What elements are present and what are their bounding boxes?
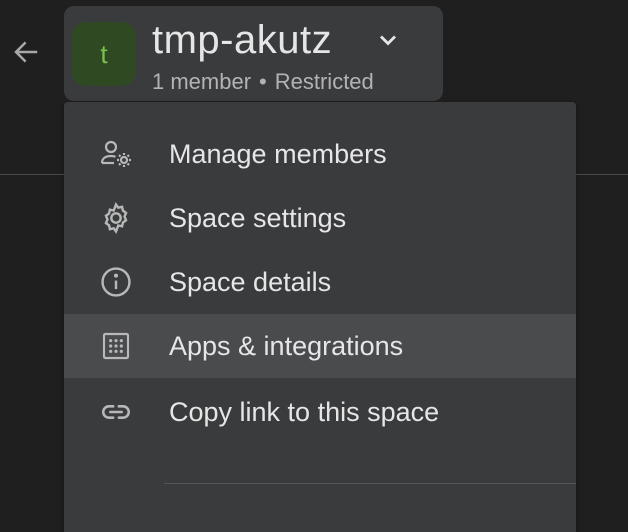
back-button[interactable] <box>6 34 46 74</box>
manage-members-icon <box>96 134 136 174</box>
access-status: Restricted <box>274 69 374 94</box>
space-header-button[interactable]: t tmp-akutz 1 member • Restricted <box>64 6 443 101</box>
space-avatar: t <box>72 22 136 86</box>
gear-icon <box>96 198 136 238</box>
member-count: 1 member <box>152 69 252 94</box>
info-icon <box>96 262 136 302</box>
menu-divider <box>164 483 576 484</box>
chevron-down-icon <box>374 26 402 54</box>
space-subtitle: 1 member • Restricted <box>152 70 374 94</box>
menu-item-label: Apps & integrations <box>169 330 404 361</box>
menu-item-apps-integrations[interactable]: Apps & integrations <box>64 314 576 378</box>
menu-item-label: Space details <box>169 266 332 297</box>
menu-item-space-settings[interactable]: Space settings <box>64 186 576 250</box>
arrow-left-icon <box>11 37 41 72</box>
space-menu: Manage members Space settings Space deta… <box>64 102 576 532</box>
menu-item-space-details[interactable]: Space details <box>64 250 576 314</box>
menu-item-manage-members[interactable]: Manage members <box>64 122 576 186</box>
menu-item-copy-link[interactable]: Copy link to this space <box>64 380 576 444</box>
menu-item-label: Space settings <box>169 202 347 233</box>
link-icon <box>96 392 136 432</box>
space-avatar-letter: t <box>100 38 108 69</box>
menu-item-label: Manage members <box>169 138 387 169</box>
space-name: tmp-akutz <box>152 18 333 62</box>
subtitle-separator: • <box>259 69 267 94</box>
menu-item-label: Copy link to this space <box>169 396 440 427</box>
apps-grid-icon <box>96 326 136 366</box>
